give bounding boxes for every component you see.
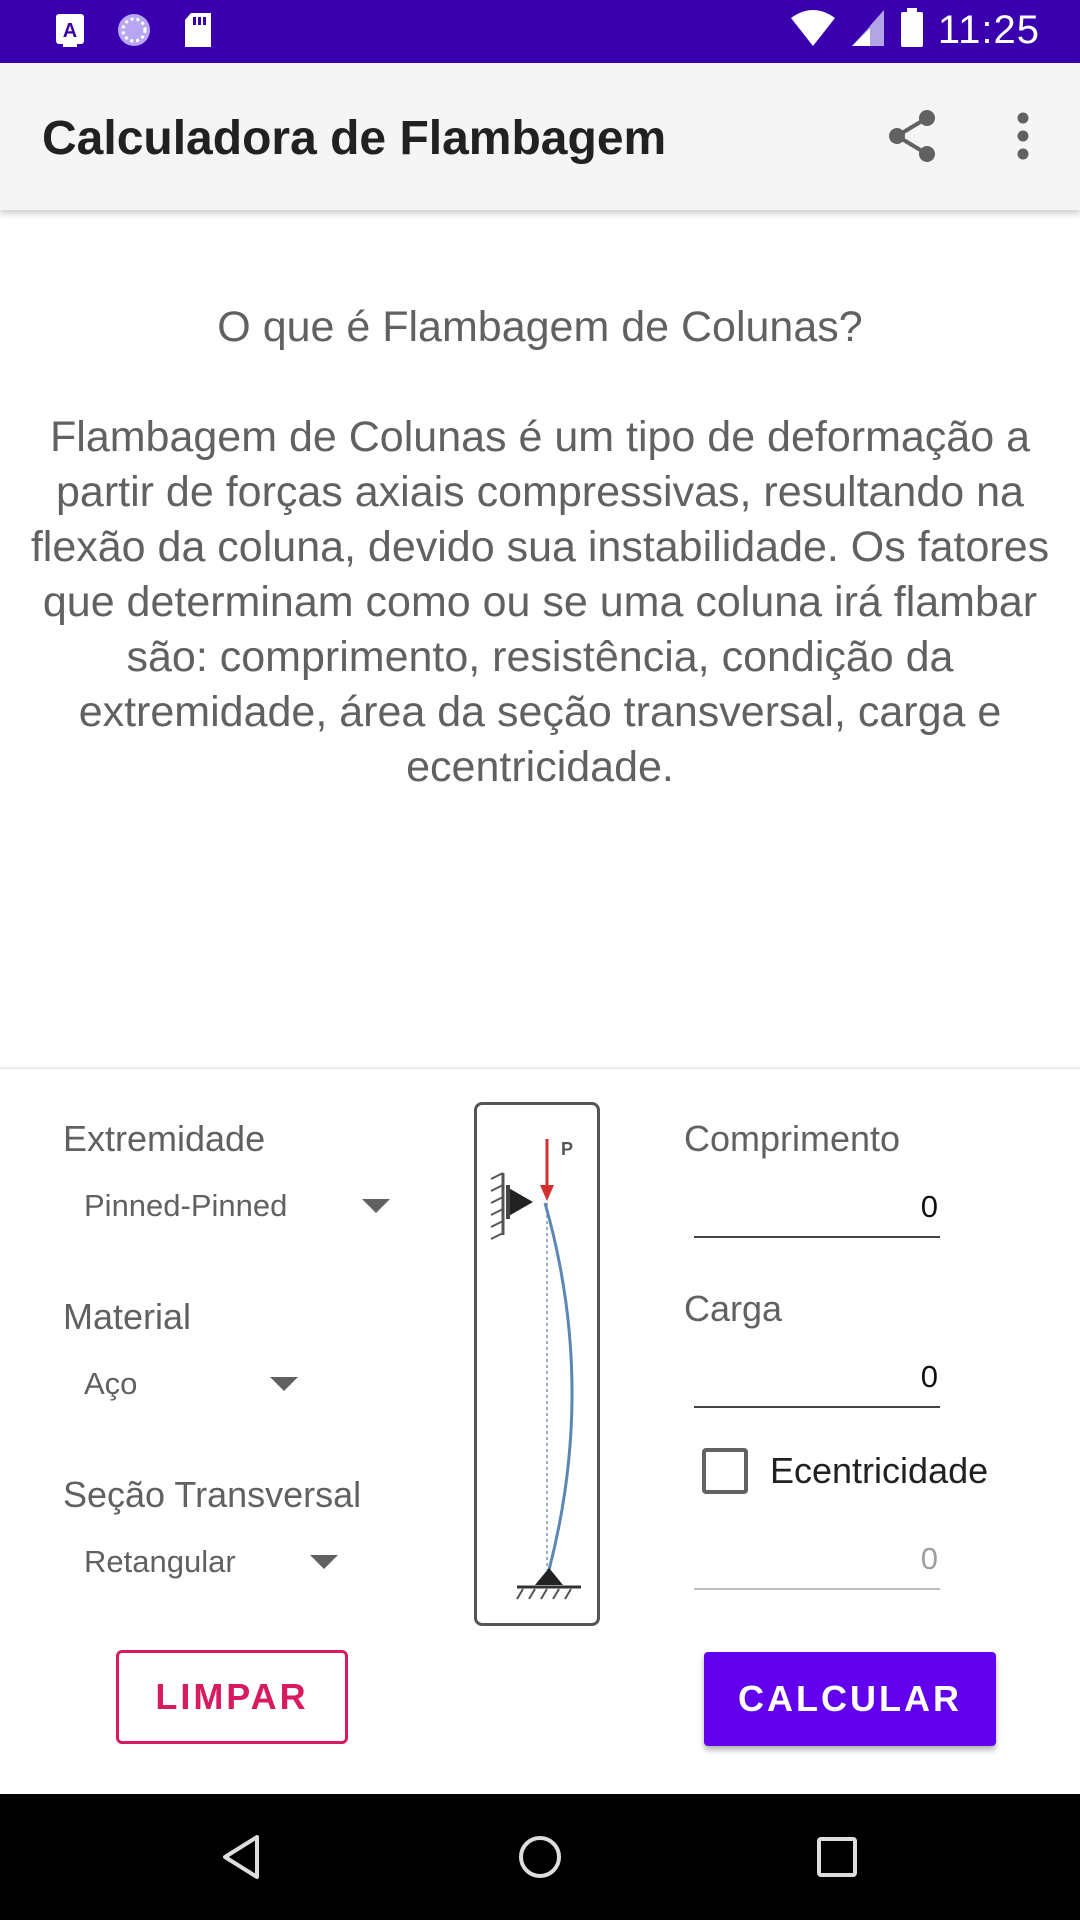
back-button[interactable] (208, 1824, 274, 1890)
intro-question: O que é Flambagem de Colunas? (217, 303, 863, 351)
overflow-menu-button[interactable] (990, 103, 1056, 169)
extremidade-value: Pinned-Pinned (84, 1188, 288, 1223)
clock: 11:25 (937, 8, 1040, 52)
status-system: 11:25 (790, 8, 1040, 53)
pinned-support-top-icon (490, 1172, 533, 1240)
chevron-down-icon (270, 1377, 298, 1391)
extremidade-label: Extremidade (63, 1118, 266, 1159)
material-label: Material (63, 1296, 192, 1337)
ecentricidade-label: Ecentricidade (770, 1450, 989, 1491)
svg-text:A: A (63, 20, 77, 42)
battery-icon (900, 8, 924, 53)
ecentricidade-input (694, 1530, 940, 1590)
chevron-down-icon (362, 1199, 390, 1213)
material-value: Aço (84, 1366, 138, 1401)
share-button[interactable] (880, 103, 946, 169)
load-label: P (561, 1139, 573, 1159)
app-bar: Calculadora de Flambagem (0, 63, 1080, 210)
ecentricidade-row[interactable]: Ecentricidade (702, 1448, 988, 1494)
comprimento-input[interactable] (694, 1178, 940, 1238)
calcular-button[interactable]: CALCULAR (704, 1652, 996, 1746)
intro-body: Flambagem de Colunas é um tipo de deform… (30, 413, 1050, 791)
status-notifications: A (52, 12, 216, 48)
carga-input[interactable] (694, 1348, 940, 1408)
ecentricidade-checkbox[interactable] (702, 1448, 748, 1494)
pinned-support-bottom-icon (516, 1568, 581, 1600)
recents-icon (817, 1837, 857, 1877)
home-button[interactable] (507, 1824, 573, 1890)
carga-label: Carga (684, 1288, 783, 1329)
load-arrow-icon (540, 1139, 554, 1201)
home-icon (519, 1836, 561, 1878)
share-icon (889, 110, 935, 162)
text-a-icon: A (52, 12, 88, 48)
extremidade-spinner[interactable]: Pinned-Pinned (84, 1188, 390, 1224)
back-icon (223, 1835, 259, 1879)
buckled-column (543, 1202, 574, 1571)
recents-button[interactable] (804, 1824, 870, 1890)
signal-icon (850, 8, 886, 53)
column-diagram: P (474, 1102, 600, 1626)
wifi-icon (790, 8, 836, 53)
material-spinner[interactable]: Aço (84, 1366, 298, 1402)
secao-spinner[interactable]: Retangular (84, 1544, 338, 1580)
limpar-button[interactable]: LIMPAR (116, 1650, 348, 1744)
sd-card-icon (180, 12, 216, 48)
navigation-bar (0, 1794, 1080, 1920)
chevron-down-icon (310, 1555, 338, 1569)
intro-section: O que é Flambagem de Colunas? Flambagem … (0, 300, 1080, 795)
app-title: Calculadora de Flambagem (42, 112, 667, 165)
comprimento-label: Comprimento (684, 1118, 901, 1159)
secao-label: Seção Transversal (63, 1474, 362, 1515)
overflow-menu-icon (1017, 112, 1029, 160)
status-bar: A 11:25 (0, 0, 1080, 63)
secao-value: Retangular (84, 1544, 236, 1579)
spinner-icon (116, 12, 152, 48)
